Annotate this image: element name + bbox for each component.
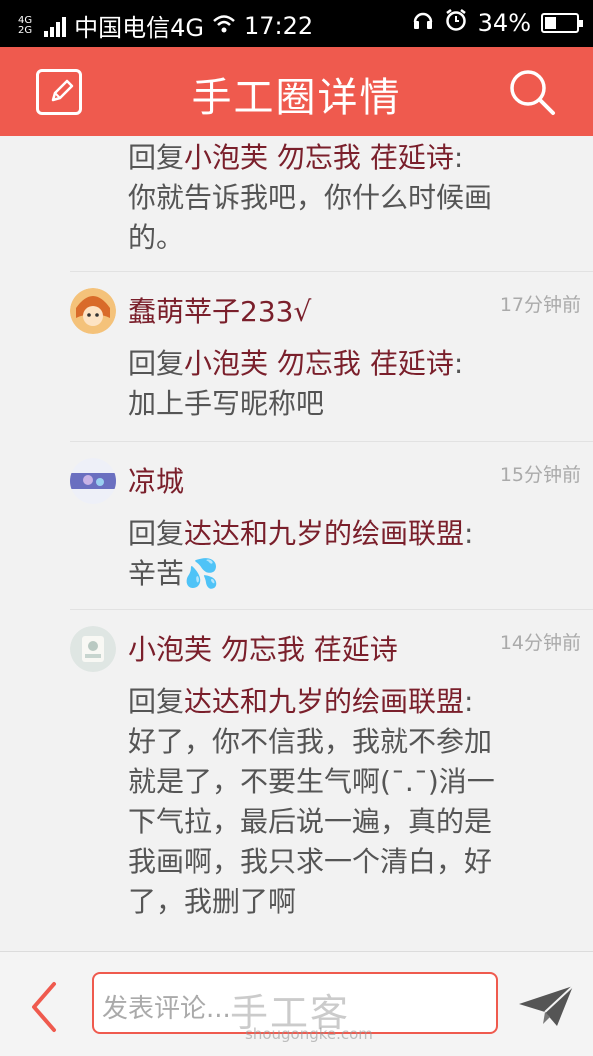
search-icon[interactable] <box>507 67 557 121</box>
comment-item: 小泡芙 勿忘我 荏延诗 14分钟前 回复达达和九岁的绘画联盟: 好了，你不信我，… <box>70 609 593 951</box>
network-type: 4G 2G <box>18 14 33 36</box>
username[interactable]: 小泡芙 勿忘我 荏延诗 <box>128 628 398 668</box>
chevron-left-icon[interactable] <box>28 980 62 1038</box>
clock: 17:22 <box>244 11 314 40</box>
username[interactable]: 凉城 <box>128 460 184 500</box>
comment-item: 蠢萌苹子233√ 17分钟前 回复小泡芙 勿忘我 荏延诗: 加上手写昵称吧 <box>70 271 593 441</box>
carrier: 中国电信4G <box>74 14 204 42</box>
page-title: 手工圈详情 <box>191 75 402 121</box>
watermark-url: shougongke.com <box>245 1025 373 1043</box>
signal-icon <box>44 15 67 37</box>
comment-content: 回复小泡芙 勿忘我 荏延诗: 加上手写昵称吧 <box>128 347 464 420</box>
comment-content: 回复达达和九岁的绘画联盟: 好了，你不信我，我就不参加就是了，不要生气啊(ˉ.ˉ… <box>128 685 495 918</box>
comment-content: 回复小泡芙 勿忘我 荏延诗: 你就告诉我吧，你什么时候画的。 <box>128 141 493 254</box>
headset-icon <box>412 9 434 37</box>
reply-target-link[interactable]: 小泡芙 勿忘我 荏延诗 <box>184 347 454 380</box>
avatar[interactable] <box>70 288 116 334</box>
avatar[interactable] <box>70 458 116 504</box>
comment-list[interactable]: 回复小泡芙 勿忘我 荏延诗: 你就告诉我吧，你什么时候画的。 蠢萌苹子233√ … <box>0 136 593 951</box>
comment-item: 回复小泡芙 勿忘我 荏延诗: 你就告诉我吧，你什么时候画的。 <box>70 136 593 271</box>
comment-time: 17分钟前 <box>499 294 581 316</box>
reply-target-link[interactable]: 达达和九岁的绘画联盟 <box>184 685 464 718</box>
comment-item: 凉城 15分钟前 回复达达和九岁的绘画联盟: 辛苦💦 <box>70 441 593 609</box>
comment-time: 14分钟前 <box>499 632 581 654</box>
battery-percent: 34% <box>477 9 531 37</box>
comment-time: 15分钟前 <box>499 464 581 486</box>
alarm-icon <box>444 8 468 38</box>
avatar[interactable] <box>70 626 116 672</box>
wifi-icon <box>212 12 236 40</box>
send-icon[interactable] <box>517 984 575 1032</box>
status-bar: 4G 2G 中国电信4G 17:22 34% <box>0 0 593 47</box>
battery-icon <box>541 13 583 33</box>
reply-target-link[interactable]: 达达和九岁的绘画联盟 <box>184 517 464 550</box>
username[interactable]: 蠢萌苹子233√ <box>128 290 311 330</box>
comment-content: 回复达达和九岁的绘画联盟: 辛苦💦 <box>128 517 474 590</box>
reply-target-link[interactable]: 小泡芙 勿忘我 荏延诗 <box>184 141 454 174</box>
app-header: 手工圈详情 <box>0 47 593 136</box>
